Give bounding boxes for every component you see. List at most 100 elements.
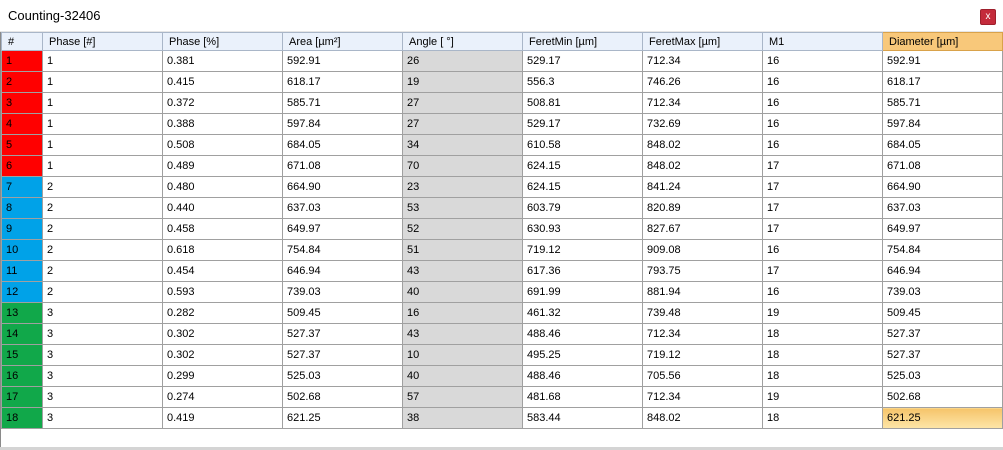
table-cell[interactable]: 18 [762,407,883,429]
table-cell[interactable]: 739.48 [642,302,763,324]
table-cell[interactable]: 617.36 [522,260,643,282]
table-cell[interactable]: 27 [402,113,523,135]
table-cell[interactable]: 18 [762,365,883,387]
table-cell[interactable]: 53 [402,197,523,219]
table-cell[interactable]: 19 [402,71,523,93]
table-cell[interactable]: 17 [762,155,883,177]
table-cell[interactable]: 1 [42,71,163,93]
column-header[interactable]: FeretMax [µm] [642,32,763,51]
table-cell[interactable]: 848.02 [642,407,763,429]
close-button[interactable]: x [980,9,996,25]
table-cell[interactable]: 646.94 [282,260,403,282]
table-cell[interactable]: 597.84 [282,113,403,135]
table-cell[interactable]: 529.17 [522,113,643,135]
table-cell[interactable]: 618.17 [282,71,403,93]
row-index-cell[interactable]: 2 [1,71,43,93]
table-cell[interactable]: 637.03 [882,197,1003,219]
table-cell[interactable]: 0.618 [162,239,283,261]
table-cell[interactable]: 16 [762,50,883,72]
table-cell[interactable]: 0.302 [162,344,283,366]
table-cell[interactable]: 525.03 [282,365,403,387]
table-cell[interactable]: 592.91 [282,50,403,72]
table-row[interactable]: 14 3 0.302 527.37 43 488.46 712.34 18 527.37 [1,323,1003,345]
table-cell[interactable]: 848.02 [642,155,763,177]
table-cell[interactable]: 57 [402,386,523,408]
row-index-cell[interactable]: 14 [1,323,43,345]
table-cell[interactable]: 671.08 [282,155,403,177]
table-cell[interactable]: 527.37 [882,344,1003,366]
table-cell[interactable]: 40 [402,365,523,387]
table-row[interactable]: 7 2 0.480 664.90 23 624.15 841.24 17 664.90 [1,176,1003,198]
table-row[interactable]: 10 2 0.618 754.84 51 719.12 909.08 16 754.84 [1,239,1003,261]
table-cell[interactable]: 739.03 [882,281,1003,303]
table-cell[interactable]: 691.99 [522,281,643,303]
table-cell[interactable]: 2 [42,176,163,198]
row-index-cell[interactable]: 1 [1,50,43,72]
table-cell[interactable]: 621.25 [882,407,1003,429]
table-cell[interactable]: 509.45 [282,302,403,324]
table-cell[interactable]: 0.299 [162,365,283,387]
table-cell[interactable]: 70 [402,155,523,177]
table-cell[interactable]: 597.84 [882,113,1003,135]
table-cell[interactable]: 1 [42,113,163,135]
table-cell[interactable]: 705.56 [642,365,763,387]
row-index-cell[interactable]: 10 [1,239,43,261]
table-cell[interactable]: 16 [762,71,883,93]
table-cell[interactable]: 2 [42,218,163,240]
table-cell[interactable]: 585.71 [882,92,1003,114]
table-cell[interactable]: 621.25 [282,407,403,429]
row-index-cell[interactable]: 17 [1,386,43,408]
table-cell[interactable]: 461.32 [522,302,643,324]
table-cell[interactable]: 646.94 [882,260,1003,282]
column-header[interactable]: M1 [762,32,883,51]
table-cell[interactable]: 664.90 [282,176,403,198]
table-cell[interactable]: 712.34 [642,50,763,72]
table-cell[interactable]: 18 [762,344,883,366]
table-cell[interactable]: 2 [42,197,163,219]
row-index-cell[interactable]: 7 [1,176,43,198]
table-cell[interactable]: 754.84 [882,239,1003,261]
column-header[interactable]: Area [µm²] [282,32,403,51]
table-cell[interactable]: 34 [402,134,523,156]
table-cell[interactable]: 16 [762,113,883,135]
table-cell[interactable]: 610.58 [522,134,643,156]
column-header[interactable]: Phase [#] [42,32,163,51]
row-index-cell[interactable]: 9 [1,218,43,240]
table-cell[interactable]: 649.97 [882,218,1003,240]
table-cell[interactable]: 16 [762,92,883,114]
row-index-cell[interactable]: 3 [1,92,43,114]
table-cell[interactable]: 3 [42,302,163,324]
table-cell[interactable]: 827.67 [642,218,763,240]
table-cell[interactable]: 23 [402,176,523,198]
table-cell[interactable]: 0.458 [162,218,283,240]
table-cell[interactable]: 746.26 [642,71,763,93]
table-cell[interactable]: 1 [42,134,163,156]
table-cell[interactable]: 624.15 [522,155,643,177]
row-index-cell[interactable]: 16 [1,365,43,387]
table-cell[interactable]: 19 [762,386,883,408]
table-cell[interactable]: 16 [762,281,883,303]
table-cell[interactable]: 0.454 [162,260,283,282]
row-index-cell[interactable]: 12 [1,281,43,303]
column-header[interactable]: Diameter [µm] [882,32,1003,51]
table-cell[interactable]: 3 [42,386,163,408]
row-index-cell[interactable]: 18 [1,407,43,429]
table-cell[interactable]: 488.46 [522,365,643,387]
table-cell[interactable]: 509.45 [882,302,1003,324]
table-cell[interactable]: 684.05 [282,134,403,156]
table-cell[interactable]: 488.46 [522,323,643,345]
table-cell[interactable]: 508.81 [522,92,643,114]
table-cell[interactable]: 27 [402,92,523,114]
table-cell[interactable]: 52 [402,218,523,240]
table-cell[interactable]: 909.08 [642,239,763,261]
table-cell[interactable]: 0.372 [162,92,283,114]
table-cell[interactable]: 2 [42,239,163,261]
table-cell[interactable]: 719.12 [642,344,763,366]
table-cell[interactable]: 684.05 [882,134,1003,156]
row-index-cell[interactable]: 8 [1,197,43,219]
table-cell[interactable]: 1 [42,50,163,72]
row-index-cell[interactable]: 6 [1,155,43,177]
table-cell[interactable]: 0.440 [162,197,283,219]
table-cell[interactable]: 43 [402,323,523,345]
table-cell[interactable]: 529.17 [522,50,643,72]
